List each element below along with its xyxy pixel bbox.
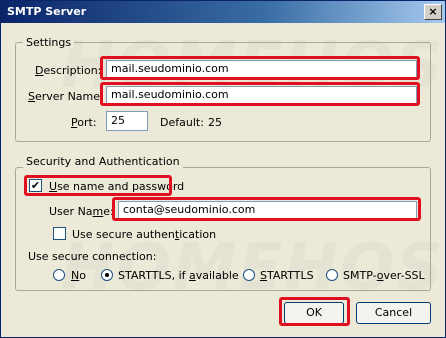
port-field[interactable]: 25 [106,111,148,131]
use-name-label[interactable]: Use name and password [49,180,184,193]
secure-auth-label[interactable]: Use secure authentication [72,228,216,241]
description-field[interactable]: mail.seudominio.com [106,60,417,78]
security-legend: Security and Authentication [23,155,183,168]
radio-smtp-over-ssl[interactable] [326,269,338,281]
ok-button[interactable]: OK [284,302,344,324]
close-icon[interactable]: × [424,4,442,20]
radio-no-label[interactable]: No [71,269,86,282]
server-name-label: Server Name: [28,90,104,103]
radio-starttls-label[interactable]: STARTTLS [260,269,314,282]
settings-legend: Settings [23,36,75,49]
user-name-label: User Name: [49,205,114,218]
default-label: Default: [160,116,204,129]
port-label: Port: [71,116,97,129]
radio-no[interactable] [53,269,65,281]
title-bar[interactable]: SMTP Server × [1,1,445,23]
server-name-field[interactable]: mail.seudominio.com [106,86,417,104]
radio-smtp-over-ssl-label[interactable]: SMTP-over-SSL [343,269,425,282]
description-label: Description: [35,64,102,77]
window-title: SMTP Server [7,5,87,18]
radio-selected-dot [105,273,109,277]
cancel-button[interactable]: Cancel [356,302,431,324]
smtp-server-dialog: HOMEHOST HOMEHOST SMTP Server × Settings… [0,0,446,338]
secure-connection-label: Use secure connection: [28,250,157,263]
use-name-checkbox[interactable]: ✔ [29,179,42,192]
radio-starttls[interactable] [243,269,255,281]
default-port-value: 25 [208,116,222,129]
radio-starttls-if-available[interactable] [101,269,113,281]
secure-auth-checkbox[interactable] [53,227,66,240]
user-name-field[interactable]: conta@seudominio.com [118,201,417,219]
radio-starttls-if-available-label[interactable]: STARTTLS, if available [118,269,239,282]
